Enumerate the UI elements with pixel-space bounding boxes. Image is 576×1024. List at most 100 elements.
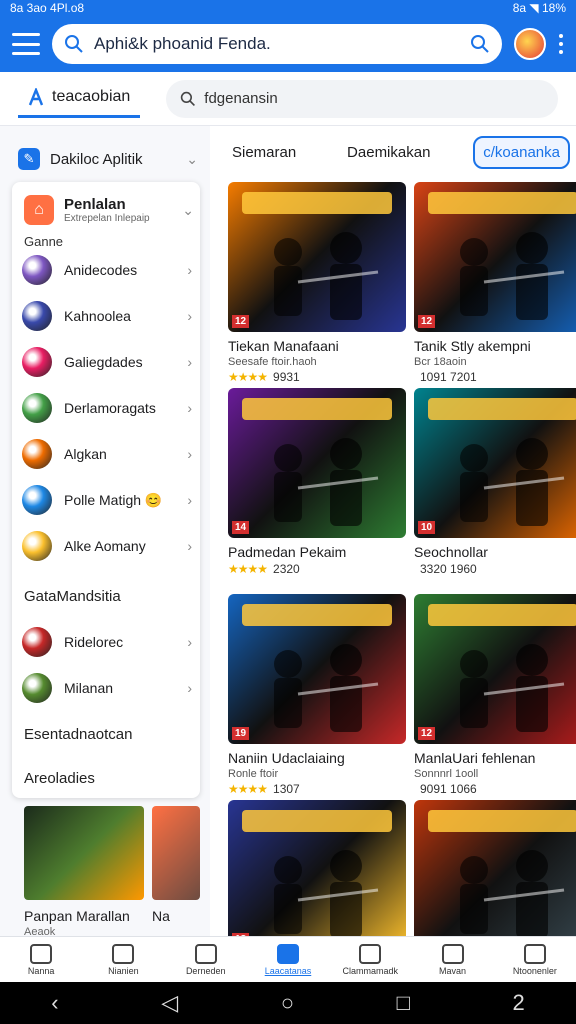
review-count: 9931 [273, 370, 300, 384]
game-cover-image[interactable]: 18 [228, 800, 406, 950]
cover-art-illustration [242, 398, 392, 526]
secondary-search-input[interactable]: fdgenansin [166, 79, 558, 118]
game-tile[interactable]: 19 Naniin Udaclaiaing Ronle ftoir ★★★★ 1307 [228, 594, 408, 796]
menu-item-label: Milanan [64, 680, 114, 696]
game-tile[interactable]: 12 Tiekan Manafaani Seesafe ftoir.haoh ★★★★… [228, 182, 408, 384]
menu-item[interactable]: Alke Aomany › [22, 526, 192, 566]
filter-tab[interactable]: Daemikakan [339, 138, 438, 167]
category-menu: ⌂ Penlalan Extrepelan Inlepaip ⌄ Ganne A… [12, 182, 200, 798]
game-thumbnail[interactable] [152, 806, 200, 900]
menu-item[interactable]: Milanan › [22, 668, 192, 708]
game-cover-image[interactable]: 12 [414, 594, 576, 744]
game-tile[interactable]: 14 Padmedan Pekaim ★★★★ 2320 [228, 388, 408, 576]
menu-item-label: Derlamoragats [64, 400, 156, 416]
search-bar[interactable]: Aphi&k phoanid Fenda. [52, 24, 502, 64]
game-title: Tiekan Manafaani [228, 338, 339, 354]
cover-art-illustration [242, 192, 392, 320]
tab-label: teacaobian [52, 88, 131, 105]
menu-item[interactable]: Anidecodes › [22, 250, 192, 290]
game-cover-image[interactable]: 10 [414, 388, 576, 538]
game-tile[interactable]: 10 Seochnollar 3320 1960 [414, 388, 576, 576]
menu-item[interactable]: Polle Matigh 😊 › [22, 480, 192, 520]
bottom-nav-item[interactable]: Nianien [82, 937, 164, 982]
filter-tab[interactable]: Siemaran [224, 138, 304, 167]
category-avatar-icon [22, 393, 52, 423]
bottom-nav-item[interactable]: Ntoonenler [494, 937, 576, 982]
search-icon-right[interactable] [470, 34, 490, 54]
bottom-nav-item[interactable]: Clammamadk [329, 937, 411, 982]
section-heading[interactable]: GataMandsitia [24, 588, 121, 605]
nav-icon [30, 943, 53, 964]
assist-icon[interactable]: 2 [512, 990, 524, 1016]
review-count: 9091 1066 [420, 782, 477, 796]
tab-active[interactable]: teacaobian [18, 80, 141, 118]
review-count: 1307 [273, 782, 300, 796]
back-icon[interactable]: ‹ [51, 990, 58, 1016]
system-nav-bar: ‹ ◁ ○ □ 2 [0, 982, 576, 1024]
category-sidebar: ✎ Dakiloc Aplitik ⌄ ⌂ Penlalan Extrepela… [0, 126, 210, 938]
recents-icon[interactable]: □ [397, 990, 410, 1016]
menu-title: Penlalan [64, 196, 126, 213]
game-stats: 1091 7201 [414, 370, 576, 384]
more-icon[interactable] [558, 34, 564, 54]
bottom-nav: Nanna Nianien Derneden Laacatanas Clammamadk… [0, 936, 576, 982]
game-cover-image[interactable]: 19 [228, 594, 406, 744]
game-title: Naniin Udaclaiaing [228, 750, 345, 766]
menu-item[interactable]: Galiegdades › [22, 342, 192, 382]
nav-label: Laacatanas [264, 965, 312, 976]
selector-label: Dakiloc Aplitik [50, 150, 143, 168]
menu-item[interactable]: Ridelorec › [22, 622, 192, 662]
search-icon [65, 35, 83, 53]
bottom-nav-item[interactable]: Mavan [411, 937, 493, 982]
category-avatar-icon [22, 673, 52, 703]
nav-label: Mavan [439, 965, 467, 976]
home-circle-icon[interactable]: ○ [281, 990, 294, 1016]
app-category-icon: ✎ [18, 148, 40, 170]
back-triangle-icon[interactable]: ◁ [161, 990, 178, 1016]
sub-header: teacaobian fdgenansin [0, 72, 576, 126]
game-publisher: Bcr 18aoin [414, 356, 467, 368]
bottom-nav-item[interactable]: Laacatanas [247, 937, 329, 982]
nav-label: Derneden [185, 965, 226, 976]
menu-item[interactable]: Kahnoolea › [22, 296, 192, 336]
category-avatar-icon [22, 627, 52, 657]
status-left: 8a 3ao 4Pl.o8 [10, 1, 85, 15]
category-selector[interactable]: ✎ Dakiloc Aplitik ⌄ [18, 136, 198, 182]
game-cover-image[interactable]: 14 [228, 388, 406, 538]
age-rating-badge: 12 [418, 727, 436, 740]
chevron-right-icon: › [187, 262, 192, 278]
home-icon: ⌂ [24, 195, 54, 225]
game-tile[interactable]: 12 Tanik Stly akempni Bcr 18aoin 1091 7201 [414, 182, 576, 384]
menu-header[interactable]: ⌂ Penlalan Extrepelan Inlepaip ⌄ [24, 190, 194, 230]
age-rating-badge: 12 [232, 315, 250, 328]
section-heading: Ganne [24, 234, 64, 249]
menu-icon[interactable] [12, 33, 40, 55]
game-cover-image[interactable]: 12 [228, 182, 406, 332]
letter-a-icon [28, 88, 44, 106]
bottom-nav-item[interactable]: Derneden [165, 937, 247, 982]
menu-item[interactable]: Algkan › [22, 434, 192, 474]
featured-thumbnails: Panpan Marallan Na Aeaok [24, 802, 210, 938]
bottom-nav-item[interactable]: Nanna [0, 937, 82, 982]
filter-tab-active[interactable]: c/koananka [473, 135, 570, 169]
nav-icon [523, 943, 546, 964]
nav-label: Nianien [108, 965, 139, 976]
section-heading[interactable]: Areoladies [24, 770, 95, 787]
section-heading[interactable]: Esentadnaotcan [24, 726, 132, 743]
status-right: 8a ◥ 18% [512, 1, 566, 15]
status-bar: 8a 3ao 4Pl.o8 8a ◥ 18% [0, 0, 576, 16]
cover-art-illustration [428, 398, 576, 526]
search-icon [181, 91, 196, 106]
nav-label: Nanna [27, 965, 55, 976]
game-thumbnail[interactable] [24, 806, 144, 900]
avatar[interactable] [514, 28, 546, 60]
game-tile[interactable]: 12 ManlaUari fehlenan Sonnnrl 1ooll 9091 10… [414, 594, 576, 796]
game-cover-image[interactable] [414, 800, 576, 950]
game-cover-image[interactable]: 12 [414, 182, 576, 332]
game-stats: 9091 1066 [414, 782, 576, 796]
category-avatar-icon [22, 531, 52, 561]
game-title: Padmedan Pekaim [228, 544, 347, 560]
menu-item[interactable]: Derlamoragats › [22, 388, 192, 428]
chevron-down-icon: ⌄ [186, 150, 198, 167]
chevron-right-icon: › [187, 308, 192, 324]
